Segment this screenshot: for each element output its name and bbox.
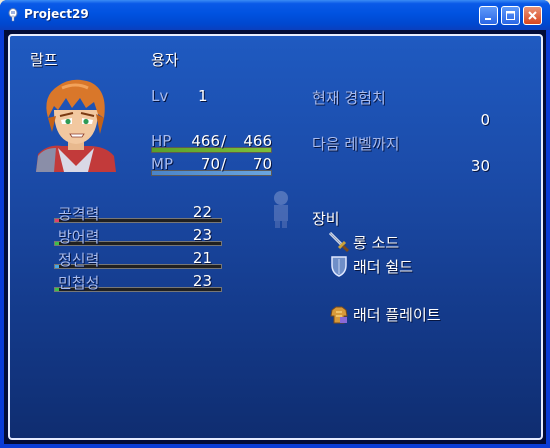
equip-item-weapon: 롱 소드 bbox=[353, 234, 400, 252]
level-label: Lv bbox=[151, 87, 169, 105]
window-title: Project29 bbox=[24, 7, 89, 21]
current-exp-value: 0 bbox=[480, 111, 490, 129]
shield-icon bbox=[331, 256, 347, 277]
param-label: 민첩성 bbox=[58, 274, 100, 292]
maximize-button[interactable] bbox=[501, 6, 520, 25]
param-label: 정신력 bbox=[58, 251, 100, 269]
mp-label: MP bbox=[151, 155, 173, 173]
character-sprite-ghost bbox=[274, 191, 288, 228]
mp-slash: / bbox=[221, 155, 227, 173]
hp-label: HP bbox=[151, 132, 172, 150]
param-value: 21 bbox=[192, 249, 212, 267]
armor-icon bbox=[330, 306, 348, 324]
actor-face-portrait bbox=[36, 79, 116, 172]
param-label: 방어력 bbox=[58, 228, 100, 246]
actor-class: 용자 bbox=[151, 51, 179, 69]
status-window: 랄프 용자 Lv 1 HP 466 / 466 MP 70 / 70 현재 경험… bbox=[8, 34, 543, 440]
param-label: 공격력 bbox=[58, 205, 100, 223]
param-value: 23 bbox=[192, 272, 212, 290]
hp-max-value: 466 bbox=[243, 132, 272, 150]
minimize-button[interactable] bbox=[479, 6, 498, 25]
window-border-bottom bbox=[0, 444, 550, 448]
title-bar[interactable]: Project29 bbox=[0, 0, 550, 30]
mp-value: 70 bbox=[200, 155, 220, 173]
level-value: 1 bbox=[198, 87, 208, 105]
close-button[interactable] bbox=[523, 6, 542, 25]
hp-value: 466 bbox=[191, 132, 220, 150]
window-border-left bbox=[0, 30, 4, 448]
app-icon bbox=[8, 8, 18, 22]
game-canvas[interactable]: 랄프 용자 Lv 1 HP 466 / 466 MP 70 / 70 현재 경험… bbox=[4, 30, 546, 444]
equip-item-body: 래더 플레이트 bbox=[353, 306, 441, 324]
close-icon bbox=[528, 11, 537, 20]
minimize-icon bbox=[485, 18, 491, 20]
next-exp-label: 다음 레벨까지 bbox=[312, 135, 400, 153]
param-value: 23 bbox=[192, 226, 212, 244]
actor-name: 랄프 bbox=[30, 51, 58, 69]
maximize-icon bbox=[506, 11, 515, 20]
param-value: 22 bbox=[192, 203, 212, 221]
next-exp-value: 30 bbox=[470, 157, 490, 175]
current-exp-label: 현재 경험치 bbox=[312, 89, 386, 107]
window-border-right bbox=[546, 30, 550, 448]
mp-max-value: 70 bbox=[252, 155, 272, 173]
hp-slash: / bbox=[221, 132, 227, 150]
equipment-heading: 장비 bbox=[312, 210, 340, 228]
sword-icon bbox=[328, 231, 350, 253]
game-window: Project29 랄프 용자 Lv 1 HP 466 / 466 MP 70 … bbox=[0, 0, 550, 448]
equip-item-shield: 래더 쉴드 bbox=[353, 258, 413, 276]
